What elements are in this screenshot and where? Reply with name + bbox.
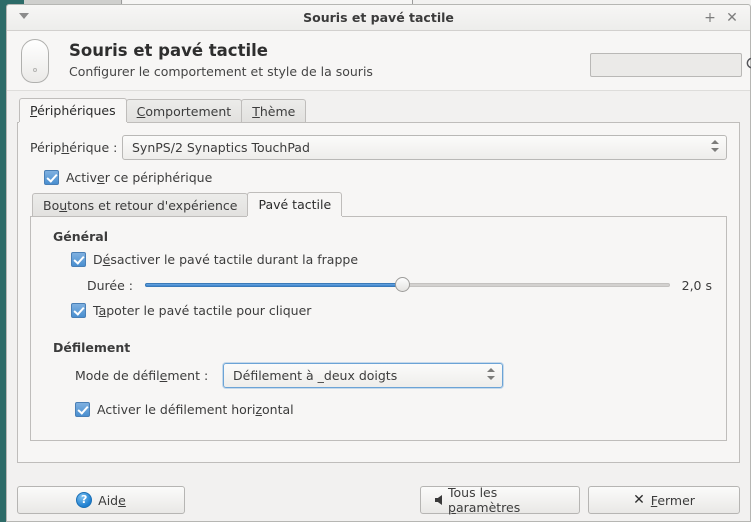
duration-value: 2,0 s: [681, 277, 712, 293]
pave-tactile-tab-page: Général Désactiver le pavé tactile duran…: [30, 217, 727, 441]
disable-while-typing-label: Désactiver le pavé tactile durant la fra…: [93, 252, 358, 267]
help-label-pre: Aid: [98, 492, 119, 508]
enable-device-label-post: r ce périphérique: [104, 170, 213, 185]
checkbox-checked-icon[interactable]: [75, 402, 90, 417]
duration-slider-row: Durée : 2,0 s: [87, 277, 712, 293]
tab-pave-tactile[interactable]: Pavé tactile: [247, 192, 343, 216]
tab-theme-mnemonic: T: [252, 104, 260, 119]
scroll-mode-row: Mode de défilement : Défilement à _deux …: [75, 363, 712, 388]
main-tabstrip: Périphériques Comportement Thème: [17, 98, 740, 123]
window-title: Souris et pavé tactile: [303, 10, 454, 25]
close-icon[interactable]: ✕: [724, 10, 740, 26]
scrolling-section-title: Défilement: [53, 340, 131, 355]
page-title: Souris et pavé tactile: [69, 41, 268, 60]
spinner-arrows-icon[interactable]: [710, 140, 719, 157]
tab-comportement-label: omportement: [145, 104, 232, 119]
device-label-post: érique :: [69, 140, 118, 155]
spinner-arrows-icon[interactable]: [486, 368, 495, 385]
device-tabstrip: Boutons et retour d'expérience Pavé tact…: [30, 192, 727, 217]
checkbox-checked-icon[interactable]: [71, 303, 86, 318]
dwt-label-post: sactiver le pavé tactile durant la frapp…: [110, 252, 359, 267]
enable-device-label-pre: Activ: [66, 170, 97, 185]
help-icon: ?: [76, 492, 93, 508]
hs-label-pre: Activer le défilement hori: [97, 402, 256, 417]
mouse-icon: [21, 39, 49, 83]
duration-label: Durée :: [87, 277, 133, 293]
tap-to-click-label: Tapoter le pavé tactile pour cliquer: [93, 303, 311, 318]
as-label-post: aramètres: [455, 500, 521, 515]
disable-while-typing-checkbox-row[interactable]: Désactiver le pavé tactile durant la fra…: [71, 252, 712, 267]
enable-device-label-mnemonic: e: [96, 170, 105, 185]
slider-handle[interactable]: [395, 277, 411, 292]
search-icon: [746, 57, 751, 69]
close-button-label: Fermer: [651, 493, 695, 508]
help-label-mnemonic: e: [118, 492, 126, 508]
help-button[interactable]: ? Aide: [17, 486, 185, 514]
page-header: Souris et pavé tactile Configurer le com…: [7, 31, 751, 91]
scroll-mode-label-post: ment :: [167, 368, 209, 383]
tap-to-click-checkbox-row[interactable]: Tapoter le pavé tactile pour cliquer: [71, 303, 712, 318]
hs-label-post: ontal: [262, 402, 294, 417]
as-label-mnemonic: p: [448, 500, 456, 515]
checkbox-checked-icon[interactable]: [71, 252, 86, 267]
tab-boutons-pre: Bo: [43, 198, 60, 213]
enable-device-checkbox-row[interactable]: Activer ce périphérique: [44, 170, 727, 185]
all-settings-button-label: Tous les paramètres: [448, 485, 565, 515]
horizontal-scroll-label: Activer le défilement horizontal: [97, 402, 294, 417]
duration-slider[interactable]: [144, 277, 670, 293]
scroll-mode-label: Mode de défilement :: [75, 368, 223, 383]
tab-peripheriques[interactable]: Périphériques: [19, 98, 127, 122]
page-subtitle: Configurer le comportement et style de l…: [69, 64, 373, 79]
tab-theme-label: hème: [259, 104, 296, 119]
tab-boutons-et-retour[interactable]: Boutons et retour d'expérience: [32, 193, 249, 216]
tab-theme[interactable]: Thème: [241, 99, 307, 122]
general-section-title: Général: [53, 229, 108, 244]
scroll-mode-label-pre: Mode de défil: [75, 368, 160, 383]
device-combobox-value: SynPS/2 Synaptics TouchPad: [132, 140, 310, 155]
device-combobox[interactable]: SynPS/2 Synaptics TouchPad: [122, 135, 727, 160]
slider-fill: [144, 283, 403, 287]
search-input[interactable]: [590, 53, 742, 77]
close-button[interactable]: ✕ Fermer: [588, 486, 740, 514]
checkbox-checked-icon[interactable]: [44, 170, 59, 185]
scroll-mode-combobox[interactable]: Défilement à _deux doigts: [223, 363, 503, 388]
all-settings-button[interactable]: Tous les paramètres: [420, 485, 580, 515]
maximize-icon[interactable]: +: [702, 10, 718, 26]
search-box: [590, 53, 751, 77]
enable-device-label: Activer ce périphérique: [66, 170, 212, 185]
ttc-label-post: poter le pavé tactile pour cliquer: [106, 303, 312, 318]
dialog-action-bar: ? Aide Tous les paramètres ✕ Fermer: [7, 479, 750, 521]
main-notebook: Périphériques Comportement Thème Périphé…: [17, 98, 740, 463]
horizontal-scroll-checkbox-row[interactable]: Activer le défilement horizontal: [75, 402, 712, 417]
window-titlebar: Souris et pavé tactile + ✕: [7, 5, 750, 31]
tab-peripheriques-label: ériphériques: [37, 103, 116, 118]
chevron-down-icon[interactable]: [19, 13, 29, 19]
scroll-mode-value: Défilement à _deux doigts: [233, 368, 398, 383]
tab-pave-tactile-label: Pavé tactile: [258, 197, 332, 212]
device-label-pre: Périp: [30, 140, 62, 155]
settings-window: Souris et pavé tactile + ✕ Souris et pav…: [6, 4, 751, 522]
as-label-pre: Tous les: [448, 485, 498, 500]
device-notebook: Boutons et retour d'expérience Pavé tact…: [30, 192, 727, 441]
dwt-label-pre: D: [93, 252, 103, 267]
help-button-label: Aide: [98, 493, 126, 508]
tab-boutons-mnemonic: u: [59, 198, 68, 213]
arrow-left-icon: [435, 495, 442, 505]
tab-comportement[interactable]: Comportement: [125, 99, 243, 122]
mouse-wheel-detail: [33, 68, 37, 72]
tab-boutons-post: tons et retour d'expérience: [67, 198, 238, 213]
device-label: Périphérique :: [30, 140, 122, 155]
close-x-icon: ✕: [633, 492, 645, 508]
close-label-post: ermer: [657, 492, 695, 508]
device-selector-row: Périphérique : SynPS/2 Synaptics TouchPa…: [30, 135, 727, 160]
peripheriques-tab-page: Périphérique : SynPS/2 Synaptics TouchPa…: [17, 123, 740, 463]
